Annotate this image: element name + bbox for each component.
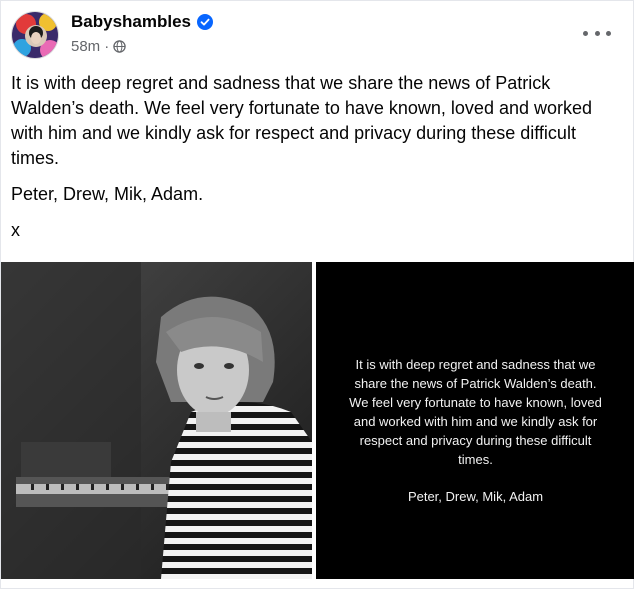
post-meta: Babyshambles 58m ·	[71, 12, 213, 55]
more-options-icon[interactable]	[583, 23, 611, 43]
photo-patrick-walden[interactable]	[1, 262, 312, 579]
page-avatar[interactable]	[11, 11, 59, 59]
post-paragraph: It is with deep regret and sadness that …	[11, 73, 593, 168]
page-name-link[interactable]: Babyshambles	[71, 12, 191, 32]
verified-badge-icon	[197, 14, 213, 30]
post-paragraph: Peter, Drew, Mik, Adam.	[11, 184, 204, 204]
statement-text: It is with deep regret and sadness that …	[349, 357, 602, 467]
post-media: It is with deep regret and sadness that …	[1, 262, 634, 579]
post-paragraph: x	[11, 220, 20, 240]
facebook-post: Babyshambles 58m · It is with deep regre…	[0, 0, 634, 589]
statement-image[interactable]: It is with deep regret and sadness that …	[316, 262, 634, 579]
statement-signature: Peter, Drew, Mik, Adam	[407, 489, 544, 504]
post-header: Babyshambles 58m ·	[11, 11, 213, 59]
globe-icon[interactable]	[113, 40, 126, 53]
meta-separator: ·	[104, 38, 110, 55]
post-body: It is with deep regret and sadness that …	[11, 71, 623, 254]
post-timestamp[interactable]: 58m	[71, 38, 100, 55]
